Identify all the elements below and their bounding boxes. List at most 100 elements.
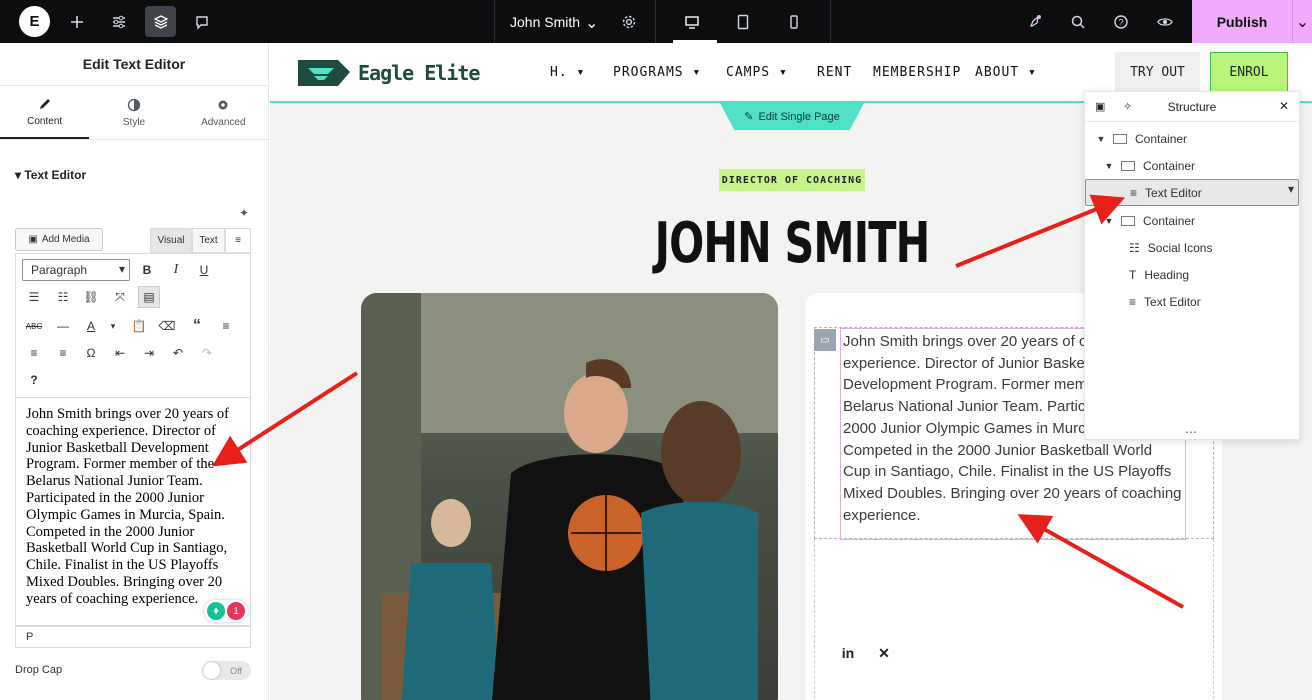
comments-icon[interactable] [184, 0, 220, 43]
container-handle-icon[interactable]: ▭ [814, 329, 836, 351]
structure-item-text-editor[interactable]: ≡Text Editor [1085, 288, 1299, 315]
settings-sliders-icon[interactable] [101, 0, 137, 43]
top-bar: E John Smith ⌄ ? Publish ⌄ [0, 0, 1312, 43]
coach-photo[interactable] [361, 293, 778, 700]
structure-item-label: Social Icons [1148, 241, 1213, 255]
structure-item-container[interactable]: ▼Container [1085, 125, 1299, 152]
container-icon [1121, 161, 1135, 171]
database-icon[interactable]: ≡ [225, 228, 251, 253]
section-title: Text Editor [24, 168, 86, 182]
special-character-icon[interactable]: Ω [80, 342, 102, 364]
structure-item-label: Container [1135, 132, 1187, 146]
dock-icon[interactable]: ▣ [1095, 100, 1105, 113]
divider [830, 0, 831, 43]
numbered-list-icon[interactable]: ☷ [52, 286, 74, 308]
text-tab[interactable]: Text [192, 228, 225, 253]
help-icon[interactable]: ? [23, 369, 45, 391]
notifications-rocket-icon[interactable] [1017, 0, 1053, 43]
structure-item-social-icons[interactable]: ☷ Social Icons [1085, 234, 1299, 261]
brand-name: Eagle Elite [358, 61, 479, 85]
social-icons-icon: ☷ [1129, 241, 1140, 255]
clear-formatting-icon[interactable]: ⌫ [156, 315, 178, 337]
site-logo[interactable]: Eagle Elite [296, 56, 479, 90]
structure-header: ▣ ✧ Structure ✕ [1085, 92, 1299, 122]
structure-layers-icon[interactable] [145, 6, 176, 37]
caret-down-icon: ▼ [1103, 216, 1115, 226]
resize-handle-icon[interactable]: ⋯ [1185, 425, 1197, 439]
redo-icon[interactable]: ↷ [196, 342, 218, 364]
blockquote-icon[interactable]: “ [186, 315, 208, 337]
publish-button[interactable]: Publish [1192, 0, 1292, 43]
text-color-dropdown-icon[interactable]: ▾ [102, 315, 124, 337]
toolbar-toggle-icon[interactable]: ▤ [138, 286, 160, 308]
editor-panel: Edit Text Editor Content Style Advanced … [0, 43, 269, 700]
ai-sparkle-icon[interactable]: ✧ [1123, 100, 1132, 113]
structure-item-container[interactable]: ▼Container [1085, 152, 1299, 179]
paste-text-icon[interactable]: 📋 [128, 315, 150, 337]
italic-icon[interactable]: I [165, 259, 187, 281]
nav-item-programs[interactable]: PROGRAMS ▾ [613, 65, 701, 80]
add-media-button[interactable]: ▣Add Media [15, 228, 103, 251]
align-right-icon[interactable]: ≡ [52, 342, 74, 364]
nav-item-membership[interactable]: MEMBERSHIP [873, 65, 961, 80]
linkedin-icon[interactable]: in [840, 645, 856, 661]
photo-illustration [361, 293, 778, 700]
tab-style[interactable]: Style [89, 86, 178, 139]
ai-sparkle-icon[interactable]: ✦ [239, 206, 249, 220]
link-icon[interactable]: ⛓ [80, 286, 102, 308]
tablet-icon[interactable] [725, 0, 761, 43]
visual-tab[interactable]: Visual [150, 228, 192, 253]
x-twitter-icon[interactable]: ✕ [876, 645, 892, 661]
indent-icon[interactable]: ⇥ [138, 342, 160, 364]
nav-item-home[interactable]: H. ▾ [550, 65, 585, 80]
help-icon[interactable]: ? [1103, 0, 1139, 43]
preview-eye-icon[interactable] [1147, 0, 1183, 43]
structure-item-heading[interactable]: THeading [1085, 261, 1299, 288]
format-select[interactable]: Paragraph [22, 259, 130, 281]
nav-item-about[interactable]: ABOUT ▾ [975, 65, 1037, 80]
search-icon[interactable] [1060, 0, 1096, 43]
document-title[interactable]: John Smith [510, 14, 580, 30]
align-center-icon[interactable]: ≡ [23, 342, 45, 364]
fullscreen-icon[interactable]: ⤧ [109, 286, 131, 308]
text-color-icon[interactable]: A [80, 315, 102, 337]
tab-label: Advanced [201, 117, 245, 128]
nav-label: MEMBERSHIP [873, 65, 961, 80]
section-toggle[interactable]: ▾ Text Editor [15, 168, 86, 182]
strikethrough-icon[interactable]: ABC [23, 315, 45, 337]
tab-advanced[interactable]: Advanced [179, 86, 268, 139]
undo-icon[interactable]: ↶ [167, 342, 189, 364]
structure-item-container[interactable]: ▼Container [1085, 207, 1299, 234]
caret-down-icon: ▾ [692, 65, 701, 80]
mobile-icon[interactable] [776, 0, 812, 43]
editor-toolbar: Paragraph B I U ☰ ☷ ⛓ ⤧ ▤ ABC — A ▾ 📋 ⌫ … [15, 253, 251, 398]
bold-icon[interactable]: B [136, 259, 158, 281]
underline-icon[interactable]: U [193, 259, 215, 281]
page-settings-gear-icon[interactable] [611, 0, 647, 43]
grammar-badge[interactable]: ♦ 1 [204, 600, 248, 622]
drop-cap-toggle[interactable]: Off [202, 661, 251, 680]
edit-single-page-button[interactable]: ✎Edit Single Page [720, 103, 864, 130]
grammarly-icon: ♦ [207, 602, 225, 620]
nav-item-camps[interactable]: CAMPS ▾ [726, 65, 788, 80]
bullet-list-icon[interactable]: ☰ [23, 286, 45, 308]
outdent-icon[interactable]: ⇤ [109, 342, 131, 364]
text-editor-area[interactable]: John Smith brings over 20 years of coach… [15, 398, 251, 626]
chevron-down-icon[interactable]: ⌄ [585, 13, 598, 33]
desktop-icon[interactable] [674, 0, 710, 43]
horizontal-line-icon[interactable]: — [52, 315, 74, 337]
align-left-icon[interactable]: ≡ [215, 315, 237, 337]
try-out-button[interactable]: TRY OUT [1115, 52, 1200, 93]
gear-icon [216, 98, 230, 112]
nav-item-rent[interactable]: RENT [817, 65, 852, 80]
structure-item-text-editor[interactable]: ≡Text Editor [1085, 179, 1299, 206]
close-icon[interactable]: ✕ [1279, 99, 1289, 113]
add-element-icon[interactable] [59, 0, 95, 43]
panel-title: Edit Text Editor [0, 43, 268, 86]
enrol-button[interactable]: ENROL [1210, 52, 1288, 93]
elementor-logo[interactable]: E [19, 6, 50, 37]
tab-content[interactable]: Content [0, 86, 89, 139]
structure-item-label: Text Editor [1145, 186, 1202, 200]
publish-options-chevron-icon[interactable]: ⌄ [1292, 0, 1312, 43]
coach-name-heading[interactable]: JOHN SMITH [610, 211, 974, 276]
